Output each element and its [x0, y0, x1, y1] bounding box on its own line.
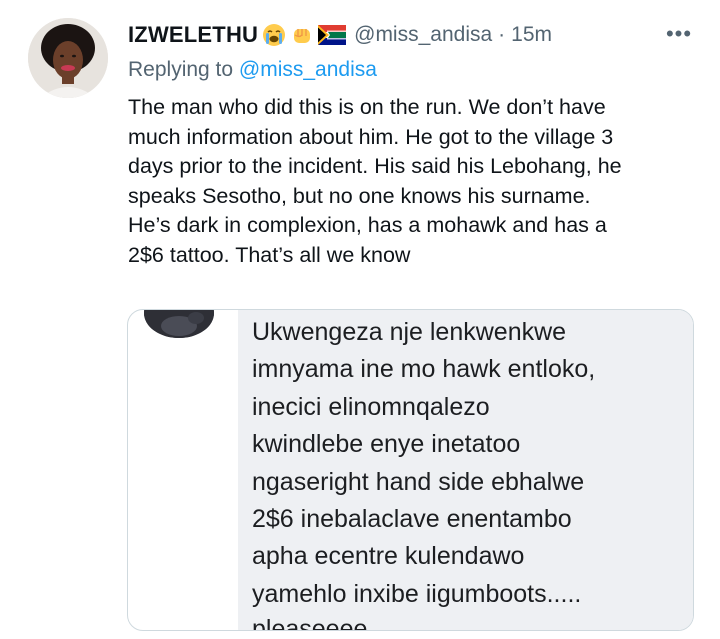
avatar[interactable] — [28, 18, 108, 98]
message-line-clipped: pleaseeee — [252, 615, 368, 631]
message-sender-avatar — [144, 310, 214, 338]
more-options-icon[interactable]: ••• — [664, 21, 694, 46]
tweet-text-line: 2$6 tattoo. That’s all we know — [128, 242, 411, 267]
tweet-text: The man who did this is on the run. We d… — [128, 93, 708, 270]
message-line: yamehlo inxibe iigumboots..... — [252, 579, 582, 608]
replying-to-mention[interactable]: @miss_andisa — [239, 58, 377, 81]
display-name[interactable]: IZWELETHU — [128, 22, 258, 48]
message-line: ngaseright hand side ebhalwe — [252, 467, 585, 496]
message-line: apha ecentre kulendawo — [252, 542, 525, 571]
tweet-text-line: The man who did this is on the run. We d… — [128, 95, 606, 119]
replying-to: Replying to @miss_andisa — [128, 58, 377, 82]
tweet-header: IZWELETHU @miss_andisa · 15m — [128, 20, 552, 50]
profile-photo — [28, 18, 108, 98]
message-line: 2$6 inebalaclave enentambo — [252, 505, 572, 534]
tweet-text-line: much information about him. He got to th… — [128, 124, 614, 149]
attached-image[interactable]: Ukwengeza nje lenkwenkwe imnyama ine mo … — [127, 309, 694, 631]
message-text: Ukwengeza nje lenkwenkwe imnyama ine mo … — [252, 314, 595, 613]
tweet-text-line: days prior to the incident. His said his… — [128, 154, 622, 178]
message-line: Ukwengeza nje lenkwenkwe — [252, 318, 567, 346]
replying-to-label: Replying to — [128, 58, 234, 81]
message-line: imnyama ine mo hawk entloko, — [252, 355, 596, 384]
user-handle[interactable]: @miss_andisa — [354, 23, 492, 47]
crying-face-emoji — [262, 23, 286, 47]
message-line: inecici elinomnqalezo — [252, 392, 490, 421]
message-line: kwindlebe enye inetatoo — [252, 430, 521, 459]
tweet-text-line: speaks Sesotho, but no one knows his sur… — [128, 183, 591, 208]
tweet[interactable]: IZWELETHU @miss_andisa · 15m ••• Replyin… — [0, 0, 720, 639]
tweet-text-line: He’s dark in complexion, has a mohawk an… — [128, 213, 607, 237]
timestamp[interactable]: 15m — [511, 23, 552, 47]
separator-dot: · — [498, 23, 506, 46]
south-africa-flag-emoji — [318, 25, 347, 45]
raised-fist-emoji — [290, 23, 314, 47]
